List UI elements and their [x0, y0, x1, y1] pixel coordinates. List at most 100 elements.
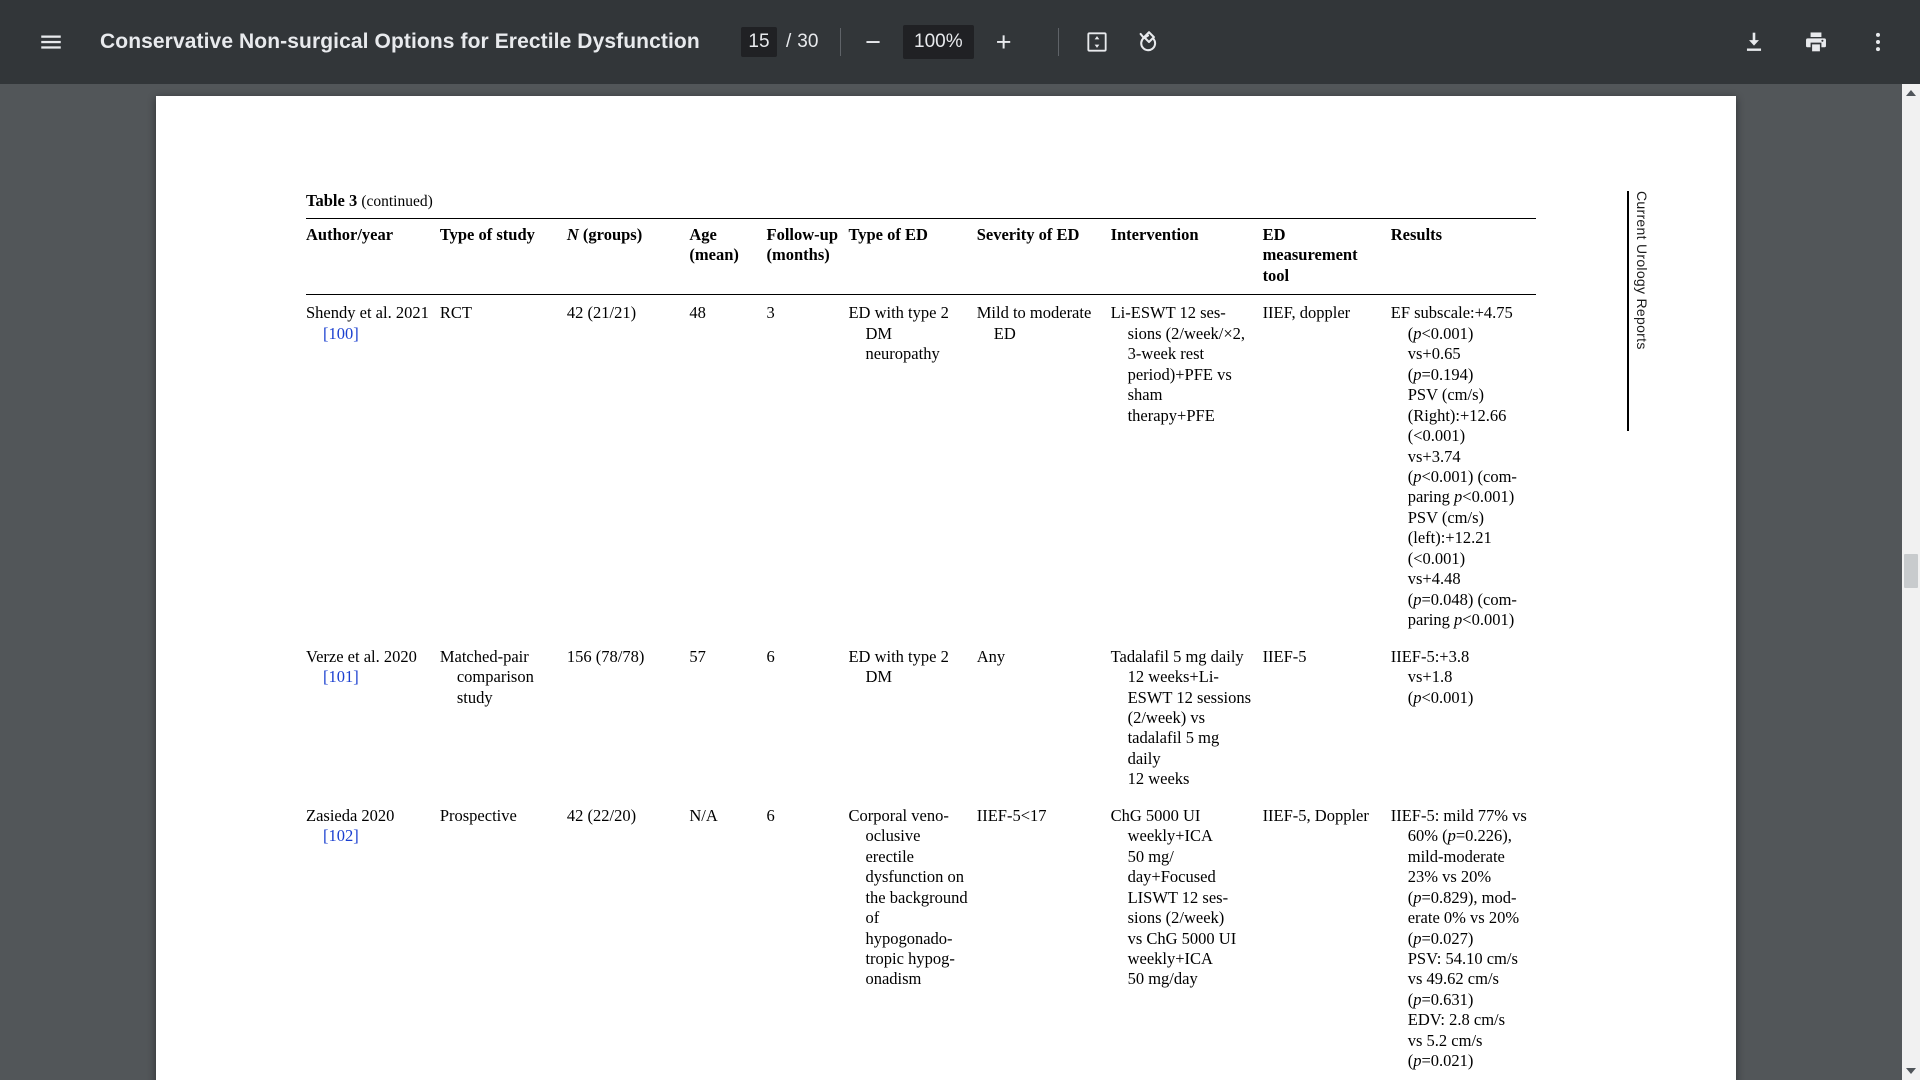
- cell-measurement-tool: IIEF-5: [1262, 646, 1307, 666]
- results-line: vs 49.62 cm/s: [1407, 969, 1499, 989]
- results-line: (p<0.001): [1407, 687, 1474, 707]
- cell-n-groups: 156 (78/78): [566, 646, 645, 666]
- more-vertical-icon[interactable]: [1854, 18, 1902, 66]
- results-line: (p<0.001): [1407, 323, 1474, 343]
- type-of-study-line: comparison: [456, 667, 534, 687]
- type-of-ed-line: dysfunction on: [865, 867, 965, 887]
- citation-link[interactable]: [102]: [306, 826, 431, 846]
- toolbar-right-actions: [1730, 18, 1902, 66]
- cell-severity: IIEF-5<17: [977, 798, 1111, 1080]
- column-header-followup: Follow-up (months): [766, 217, 849, 296]
- cell-author: Zasieda 2020 [102]: [306, 798, 440, 1080]
- hamburger-menu-icon[interactable]: [27, 18, 75, 66]
- cell-type-of-ed: ED with type 2 DM: [848, 639, 976, 798]
- cell-results: IIEF-5:+3.8 vs+1.8 (p<0.001): [1391, 639, 1536, 798]
- journal-sidebar: Current Urology Reports: [1627, 191, 1650, 431]
- pdf-viewer-area[interactable]: Table 3 (continued) Current Urology Repo…: [0, 84, 1920, 1080]
- followup-line-1: Follow-up: [766, 225, 839, 244]
- studies-table: Author/year Type of study N (groups) Age…: [306, 217, 1536, 1080]
- results-line: (p<0.001) (com-: [1407, 466, 1517, 486]
- table-row: Shendy et al. 2021 [100] RCT 42 (21/21) 48 3 E…: [306, 295, 1536, 639]
- results-line: (<0.001): [1407, 426, 1466, 446]
- results-line: paring p<0.001): [1407, 487, 1515, 507]
- intervention-line: vs ChG 5000 UI: [1127, 928, 1237, 948]
- vertical-scrollbar[interactable]: [1902, 84, 1920, 1080]
- cell-followup: 3: [766, 303, 775, 323]
- citation-link[interactable]: [100]: [306, 324, 431, 344]
- scrollbar-thumb[interactable]: [1904, 554, 1918, 588]
- cell-intervention: Tadalafil 5 mg daily 12 weeks+Li- ESWT 12 …: [1111, 639, 1263, 798]
- severity-line: Mild to moderate: [976, 303, 1092, 323]
- results-line: (p=0.194): [1407, 364, 1474, 384]
- results-line: vs+4.48: [1407, 569, 1461, 589]
- page-navigation-controls: / 30: [741, 27, 818, 57]
- pdf-page-content: Table 3 (continued) Current Urology Repo…: [156, 96, 1736, 1080]
- table-caption: Table 3 (continued): [306, 191, 433, 211]
- results-line: EF subscale:+4.75: [1390, 303, 1513, 323]
- tool-line-1: ED measurement: [1262, 225, 1358, 265]
- results-line: IIEF-5:+3.8: [1390, 646, 1470, 666]
- cell-type-of-ed: Corporal veno-oclusive erectile dysfuncti…: [848, 798, 976, 1080]
- scrollbar-up-arrow-icon[interactable]: [1902, 84, 1920, 102]
- table-row: Verze et al. 2020 [101] Matched-pair compar…: [306, 639, 1536, 798]
- column-header-intervention: Intervention: [1110, 217, 1263, 296]
- intervention-line: ChG 5000 UI: [1110, 805, 1201, 825]
- type-of-ed-line: tropic hypog-: [865, 948, 955, 968]
- column-header-age-mean: Age (mean): [689, 217, 767, 296]
- cell-intervention: Li-ESWT 12 ses-sions (2/week/×2, 3-week r…: [1111, 295, 1263, 639]
- cell-age-mean: 48: [689, 303, 706, 323]
- results-line: vs+1.8: [1407, 667, 1453, 687]
- fit-to-page-icon[interactable]: [1073, 18, 1121, 66]
- type-of-study-line: Matched-pair: [439, 646, 529, 666]
- results-line: 60% (p=0.226),: [1407, 826, 1512, 846]
- results-line: vs+3.74: [1407, 446, 1461, 466]
- page-number-input[interactable]: [741, 27, 777, 57]
- intervention-line: 3-week rest: [1127, 344, 1205, 364]
- zoom-in-button[interactable]: +: [982, 20, 1026, 64]
- citation-link[interactable]: [101]: [306, 667, 431, 687]
- rotate-counterclockwise-icon[interactable]: [1125, 18, 1173, 66]
- type-of-ed-line: Corporal veno-: [848, 805, 949, 825]
- journal-name: Current Urology Reports: [1634, 191, 1650, 350]
- print-icon[interactable]: [1792, 18, 1840, 66]
- pdf-viewer-toolbar: Conservative Non-surgical Options for Er…: [0, 0, 1920, 84]
- results-line: vs 5.2 cm/s: [1407, 1030, 1483, 1050]
- type-of-ed-line: onadism: [865, 969, 922, 989]
- type-of-ed-line: DM neuropathy: [865, 323, 940, 364]
- n-italic: N: [566, 225, 579, 244]
- cell-type-of-ed: ED with type 2 DM neuropathy: [848, 295, 976, 639]
- zoom-out-button[interactable]: −: [851, 20, 895, 64]
- type-of-ed-line: the background: [865, 887, 968, 907]
- intervention-line: (2/week) vs: [1127, 707, 1206, 727]
- results-line: (p=0.829), mod-: [1407, 887, 1517, 907]
- intervention-line: day+Focused: [1127, 867, 1216, 887]
- severity-line: IIEF-5<17: [976, 805, 1047, 825]
- type-of-study-line: Prospective: [439, 805, 517, 825]
- column-header-severity: Severity of ED: [976, 217, 1111, 296]
- author-name: Shendy et al. 2021: [306, 303, 429, 323]
- results-line: IIEF-5: mild 77% vs: [1390, 805, 1527, 825]
- tool-line-2: tool: [1262, 265, 1290, 285]
- table-row: Zasieda 2020 [102] Prospective 42 (22/20) N/…: [306, 798, 1536, 1080]
- download-icon[interactable]: [1730, 18, 1778, 66]
- cell-results: EF subscale:+4.75 (p<0.001) vs+0.65 (p=0.19…: [1391, 295, 1536, 639]
- type-of-ed-line: ED with type 2: [848, 646, 949, 666]
- column-header-type-of-study: Type of study: [439, 217, 567, 296]
- results-line: PSV (cm/s): [1407, 507, 1484, 527]
- results-line: PSV: 54.10 cm/s: [1407, 948, 1518, 968]
- intervention-line: LISWT 12 ses-: [1127, 887, 1229, 907]
- type-of-ed-line: oclusive erectile: [865, 826, 921, 866]
- type-of-ed-line: DM: [865, 667, 893, 687]
- intervention-line: Tadalafil 5 mg daily: [1110, 646, 1244, 666]
- type-of-ed-line: ED with type 2: [848, 303, 949, 323]
- results-line: (p=0.631): [1407, 989, 1474, 1009]
- intervention-line: sions (2/week): [1127, 908, 1225, 928]
- results-line: (p=0.021): [1407, 1051, 1474, 1071]
- scrollbar-down-arrow-icon[interactable]: [1902, 1062, 1920, 1080]
- cell-intervention: ChG 5000 UI weekly+ICA 50 mg/day+Focused LI…: [1111, 798, 1263, 1080]
- intervention-line: sham therapy+PFE: [1127, 385, 1215, 425]
- zoom-level-value[interactable]: 100%: [903, 25, 974, 59]
- column-header-author: Author/year: [306, 217, 440, 296]
- intervention-line: weekly+ICA: [1127, 826, 1213, 846]
- severity-line: ED: [993, 323, 1016, 343]
